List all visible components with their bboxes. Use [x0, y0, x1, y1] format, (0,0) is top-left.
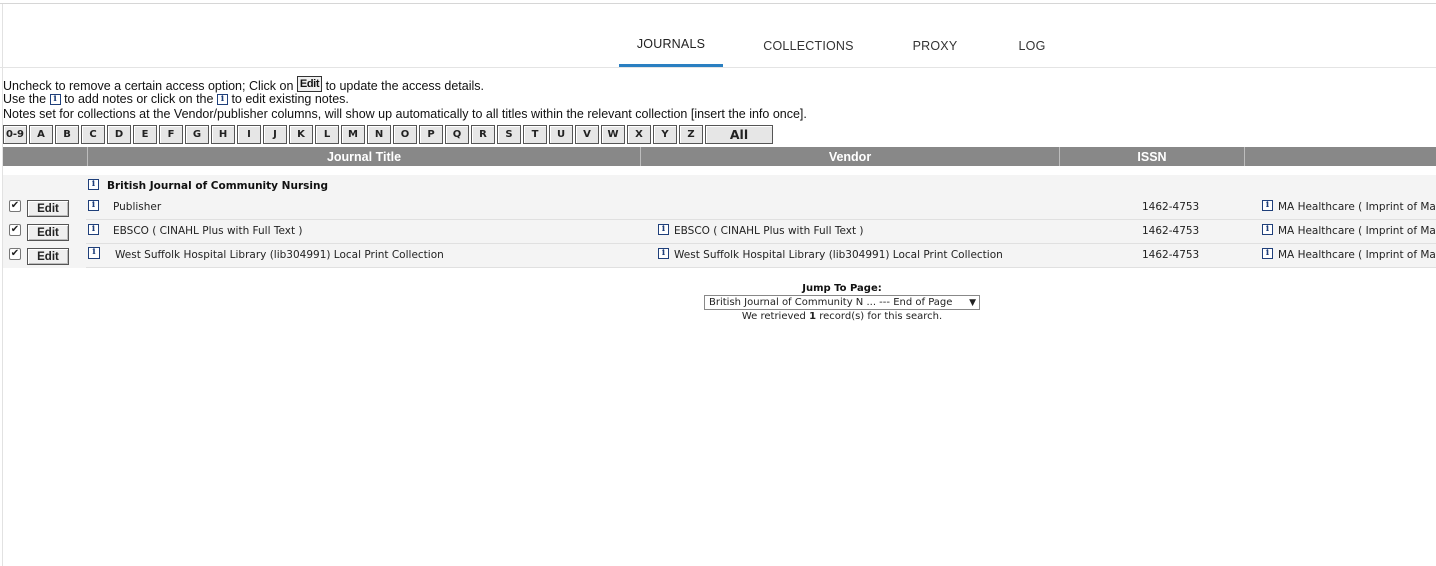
header-journal-title: Journal Title — [87, 147, 640, 166]
jump-to-page: Jump To Page: British Journal of Communi… — [704, 283, 980, 322]
main-tabs: JOURNALS COLLECTIONS PROXY LOG — [0, 24, 1436, 68]
letter-a[interactable]: A — [29, 125, 53, 144]
issn-cell: 1462-4753 — [1142, 249, 1200, 261]
table-row: ✔ Edit i Publisher 1462-4753 i MA Health… — [3, 196, 1436, 220]
alphabet-filter: 0-9 A B C D E F G H I J K L M N O P Q R … — [3, 125, 775, 144]
letter-i[interactable]: I — [237, 125, 261, 144]
letter-q[interactable]: Q — [445, 125, 469, 144]
publisher-cell: MA Healthcare ( Imprint of Mar — [1278, 225, 1436, 237]
info-icon[interactable]: i — [658, 248, 669, 259]
instruction-line-3: Notes set for collections at the Vendor/… — [3, 107, 807, 121]
letter-x[interactable]: X — [627, 125, 651, 144]
letter-n[interactable]: N — [367, 125, 391, 144]
journal-title-cell: EBSCO ( CINAHL Plus with Full Text ) — [113, 225, 303, 237]
letter-k[interactable]: K — [289, 125, 313, 144]
vendor-cell: EBSCO ( CINAHL Plus with Full Text ) — [674, 225, 864, 237]
letter-d[interactable]: D — [107, 125, 131, 144]
letter-f[interactable]: F — [159, 125, 183, 144]
window-top-border — [0, 0, 1436, 4]
results-count-number: 1 — [809, 311, 817, 322]
issn-cell: 1462-4753 — [1142, 201, 1200, 213]
publisher-cell: MA Healthcare ( Imprint of Mar — [1278, 249, 1436, 261]
letter-t[interactable]: T — [523, 125, 547, 144]
journal-group-title: British Journal of Community Nursing — [107, 180, 328, 192]
letter-u[interactable]: U — [549, 125, 573, 144]
letter-z[interactable]: Z — [679, 125, 703, 144]
letter-r[interactable]: R — [471, 125, 495, 144]
publisher-cell: MA Healthcare ( Imprint of Mar — [1278, 201, 1436, 213]
letter-c[interactable]: C — [81, 125, 105, 144]
info-icon[interactable]: i — [658, 224, 669, 235]
access-checkbox[interactable]: ✔ — [9, 224, 21, 236]
letter-m[interactable]: M — [341, 125, 365, 144]
access-checkbox[interactable]: ✔ — [9, 248, 21, 260]
instruction-line-2: Use the i to add notes or click on the i… — [3, 92, 349, 107]
letter-y[interactable]: Y — [653, 125, 677, 144]
info-icon[interactable]: i — [88, 224, 99, 235]
results-table-header: Journal Title Vendor ISSN — [3, 147, 1436, 166]
vendor-cell: West Suffolk Hospital Library (lib304991… — [674, 249, 1003, 261]
results-count: We retrieved 1 record(s) for this search… — [704, 311, 980, 322]
group-title-row: i British Journal of Community Nursing — [3, 177, 1436, 195]
instruction-text: to add notes or click on the — [64, 92, 214, 106]
letter-s[interactable]: S — [497, 125, 521, 144]
table-row: ✔ Edit i West Suffolk Hospital Library (… — [3, 244, 1436, 268]
tab-collections[interactable]: COLLECTIONS — [752, 24, 865, 67]
header-issn: ISSN — [1059, 147, 1244, 166]
info-icon[interactable]: i — [88, 179, 99, 190]
info-icon[interactable]: i — [88, 247, 100, 259]
edit-button[interactable]: Edit — [27, 200, 69, 217]
results-count-suffix: record(s) for this search. — [819, 311, 943, 322]
access-checkbox[interactable]: ✔ — [9, 200, 21, 212]
header-vendor: Vendor — [640, 147, 1059, 166]
info-icon: i — [49, 94, 61, 106]
letter-b[interactable]: B — [55, 125, 79, 144]
jump-to-page-value: British Journal of Community N ... --- E… — [709, 297, 953, 308]
letter-v[interactable]: V — [575, 125, 599, 144]
info-icon: i — [216, 94, 228, 106]
letter-e[interactable]: E — [133, 125, 157, 144]
instruction-text: Uncheck to remove a certain access optio… — [3, 79, 294, 93]
tab-proxy[interactable]: PROXY — [899, 24, 971, 67]
journal-title-cell: West Suffolk Hospital Library (lib304991… — [115, 249, 444, 261]
header-actions — [3, 147, 87, 166]
edit-example-chip: Edit — [296, 76, 323, 92]
issn-cell: 1462-4753 — [1142, 225, 1200, 237]
edit-button[interactable]: Edit — [27, 224, 69, 241]
letter-all[interactable]: All — [705, 125, 773, 144]
letter-j[interactable]: J — [263, 125, 287, 144]
tab-journals[interactable]: JOURNALS — [619, 24, 723, 67]
letter-o[interactable]: O — [393, 125, 417, 144]
info-icon[interactable]: i — [1262, 248, 1273, 259]
results-count-prefix: We retrieved — [741, 311, 806, 322]
jump-to-page-select[interactable]: British Journal of Community N ... --- E… — [704, 295, 980, 310]
tab-log[interactable]: LOG — [1005, 24, 1059, 67]
letter-l[interactable]: L — [315, 125, 339, 144]
caret-down-icon: ▼ — [969, 297, 976, 308]
instruction-text: to update the access details. — [325, 79, 485, 93]
info-icon[interactable]: i — [88, 200, 99, 211]
letter-w[interactable]: W — [601, 125, 625, 144]
row-divider — [86, 267, 1436, 268]
info-icon[interactable]: i — [1262, 224, 1273, 235]
info-icon[interactable]: i — [1262, 200, 1273, 211]
jump-to-page-label: Jump To Page: — [802, 283, 882, 294]
letter-h[interactable]: H — [211, 125, 235, 144]
instruction-text: Use the — [3, 92, 47, 106]
letter-p[interactable]: P — [419, 125, 443, 144]
letter-g[interactable]: G — [185, 125, 209, 144]
table-row: ✔ Edit i EBSCO ( CINAHL Plus with Full T… — [3, 220, 1436, 244]
journal-title-cell: Publisher — [113, 201, 162, 213]
letter-0-9[interactable]: 0-9 — [3, 125, 27, 144]
instruction-text: to edit existing notes. — [231, 92, 349, 106]
header-publisher — [1244, 147, 1436, 166]
edit-button[interactable]: Edit — [27, 248, 69, 265]
